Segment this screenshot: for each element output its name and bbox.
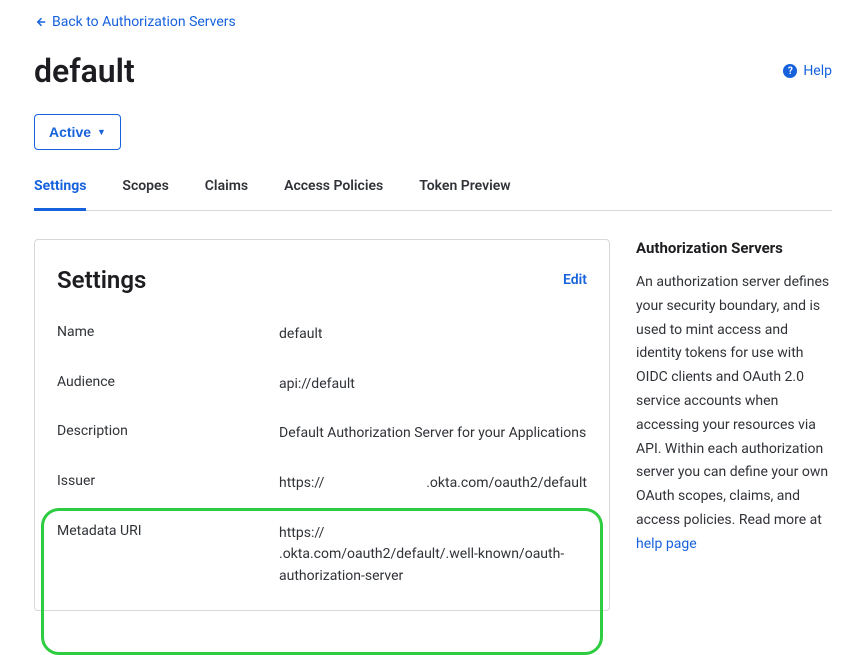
field-label: Issuer: [57, 473, 279, 495]
help-link[interactable]: ? Help: [783, 63, 832, 79]
help-icon: ?: [783, 64, 797, 78]
field-label: Audience: [57, 374, 279, 396]
metadata-prefix: https://: [279, 523, 324, 545]
issuer-suffix: .okta.com/oauth2/default: [426, 473, 587, 495]
field-audience: Audience api://default: [57, 374, 587, 396]
tab-token-preview[interactable]: Token Preview: [419, 178, 510, 211]
back-link-label: Back to Authorization Servers: [52, 14, 236, 30]
field-label: Metadata URI: [57, 523, 279, 588]
field-name: Name default: [57, 324, 587, 346]
field-description: Description Default Authorization Server…: [57, 423, 587, 445]
sidebar-title: Authorization Servers: [636, 239, 832, 257]
field-label: Description: [57, 423, 279, 445]
field-value: Default Authorization Server for your Ap…: [279, 423, 587, 445]
field-value: api://default: [279, 374, 587, 396]
tab-claims[interactable]: Claims: [205, 178, 248, 211]
arrow-left-icon: [34, 16, 46, 28]
settings-panel: Settings Edit Name default Audience api:…: [34, 239, 610, 611]
status-label: Active: [49, 124, 91, 140]
sidebar-help-link[interactable]: help page: [636, 536, 697, 552]
field-metadata-uri: Metadata URI https:// .okta.com/oauth2/d…: [57, 523, 587, 588]
tab-access-policies[interactable]: Access Policies: [284, 178, 383, 211]
tab-bar: Settings Scopes Claims Access Policies T…: [34, 178, 832, 211]
page-title: default: [34, 52, 135, 90]
tab-settings[interactable]: Settings: [34, 178, 86, 211]
sidebar-body: An authorization server defines your sec…: [636, 274, 829, 528]
back-link[interactable]: Back to Authorization Servers: [34, 14, 236, 30]
chevron-down-icon: ▼: [97, 127, 106, 137]
sidebar-text: An authorization server defines your sec…: [636, 271, 832, 557]
metadata-suffix: .okta.com/oauth2/default/.well-known/oau…: [279, 544, 587, 587]
field-label: Name: [57, 324, 279, 346]
issuer-prefix: https://: [279, 473, 324, 495]
tab-scopes[interactable]: Scopes: [122, 178, 168, 211]
field-value: default: [279, 324, 587, 346]
help-label: Help: [803, 63, 832, 79]
edit-button[interactable]: Edit: [563, 272, 587, 288]
field-issuer: Issuer https:// .okta.com/oauth2/default: [57, 473, 587, 495]
field-value: https:// .okta.com/oauth2/default: [279, 473, 587, 495]
help-sidebar: Authorization Servers An authorization s…: [636, 239, 832, 557]
field-value[interactable]: https:// .okta.com/oauth2/default/.well-…: [279, 523, 587, 588]
panel-title: Settings: [57, 266, 146, 294]
status-dropdown-button[interactable]: Active ▼: [34, 114, 121, 150]
